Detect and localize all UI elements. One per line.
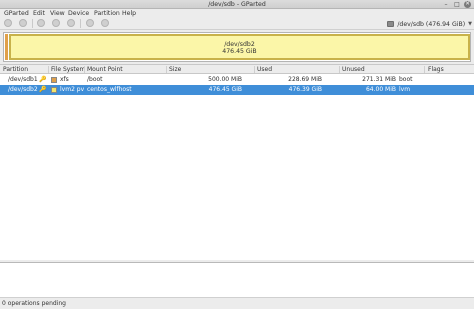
menu-help[interactable]: Help xyxy=(122,10,136,17)
column-separator xyxy=(166,66,167,73)
window-title: /dev/sdb - GParted xyxy=(208,1,266,8)
pending-operations-pane[interactable] xyxy=(0,262,474,298)
cell-partition: /dev/sdb2 xyxy=(8,86,38,93)
delete-icon[interactable] xyxy=(19,19,27,27)
cell-size: 476.45 GiB xyxy=(208,86,242,93)
cell-filesystem: xfs xyxy=(60,76,69,83)
cell-filesystem: lvm2 pv xyxy=(60,86,85,93)
menu-view[interactable]: View xyxy=(50,10,65,17)
column-header-partition[interactable]: Partition xyxy=(3,66,28,73)
status-text: 0 operations pending xyxy=(2,300,66,307)
column-separator xyxy=(254,66,255,73)
menu-gparted[interactable]: GParted xyxy=(4,10,29,17)
column-header-used[interactable]: Used xyxy=(257,66,272,73)
cell-unused: 271.31 MiB xyxy=(362,76,396,83)
toolbar: /dev/sdb (476.94 GiB) ▼ xyxy=(0,18,474,30)
toolbar-separator xyxy=(32,19,33,28)
column-separator xyxy=(339,66,340,73)
column-header-unused[interactable]: Unused xyxy=(342,66,365,73)
segment-name: /dev/sdb2 xyxy=(224,41,255,48)
column-separator xyxy=(424,66,425,73)
disk-map-area: /dev/sdb2 476.45 GiB xyxy=(3,32,471,62)
column-separator xyxy=(84,66,85,73)
toolbar-separator xyxy=(80,19,81,28)
filesystem-color-swatch xyxy=(51,77,57,83)
title-bar: /dev/sdb - GParted – □ ✕ xyxy=(0,0,474,9)
paste-icon[interactable] xyxy=(67,19,75,27)
close-button[interactable]: ✕ xyxy=(464,1,471,8)
disk-map-segment-sdb1[interactable] xyxy=(5,34,8,60)
maximize-button[interactable]: □ xyxy=(453,1,461,8)
disk-icon xyxy=(387,21,395,27)
device-selector-label: /dev/sdb (476.94 GiB) xyxy=(397,20,466,28)
column-separator xyxy=(48,66,49,73)
key-icon: 🔑 xyxy=(39,86,47,93)
column-header-flags[interactable]: Flags xyxy=(428,66,444,73)
cell-mount-point: centos_wlfhost xyxy=(87,86,132,93)
cell-used: 476.39 GiB xyxy=(288,86,322,93)
chevron-down-icon: ▼ xyxy=(468,21,472,27)
window-controls: – □ ✕ xyxy=(442,1,471,8)
filesystem-color-swatch xyxy=(51,87,57,93)
menu-partition[interactable]: Partition xyxy=(94,10,120,17)
column-header-size[interactable]: Size xyxy=(169,66,181,73)
status-bar: 0 operations pending xyxy=(0,298,474,309)
table-header: Partition File System Mount Point Size U… xyxy=(0,65,474,74)
disk-map: /dev/sdb2 476.45 GiB xyxy=(3,32,471,62)
disk-map-segment-sdb2[interactable]: /dev/sdb2 476.45 GiB xyxy=(9,34,470,60)
cell-partition: /dev/sdb1 xyxy=(8,76,38,83)
cell-unused: 64.00 MiB xyxy=(365,86,396,93)
column-header-filesystem[interactable]: File System xyxy=(51,66,85,73)
cell-mount-point: /boot xyxy=(87,76,103,83)
new-icon[interactable] xyxy=(4,19,12,27)
segment-size: 476.45 GiB xyxy=(222,48,257,55)
device-selector[interactable]: /dev/sdb (476.94 GiB) ▼ xyxy=(385,19,472,29)
copy-icon[interactable] xyxy=(52,19,60,27)
apply-icon[interactable] xyxy=(101,19,109,27)
undo-icon[interactable] xyxy=(86,19,94,27)
resize-icon[interactable] xyxy=(37,19,45,27)
minimize-button[interactable]: – xyxy=(442,1,450,8)
menu-device[interactable]: Device xyxy=(68,10,89,17)
cell-flags: boot xyxy=(399,76,413,83)
key-icon: 🔑 xyxy=(39,76,47,83)
cell-used: 228.69 MiB xyxy=(288,76,322,83)
menu-bar: GParted Edit View Device Partition Help xyxy=(0,9,474,18)
table-row[interactable]: /dev/sdb1 🔑 xfs /boot 500.00 MiB 228.69 … xyxy=(0,75,474,85)
partition-table: Partition File System Mount Point Size U… xyxy=(0,64,474,260)
cell-flags: lvm xyxy=(399,86,411,93)
table-row[interactable]: /dev/sdb2 🔑 lvm2 pv centos_wlfhost 476.4… xyxy=(0,85,474,95)
column-header-mountpoint[interactable]: Mount Point xyxy=(87,66,123,73)
menu-edit[interactable]: Edit xyxy=(33,10,45,17)
cell-size: 500.00 MiB xyxy=(208,76,242,83)
